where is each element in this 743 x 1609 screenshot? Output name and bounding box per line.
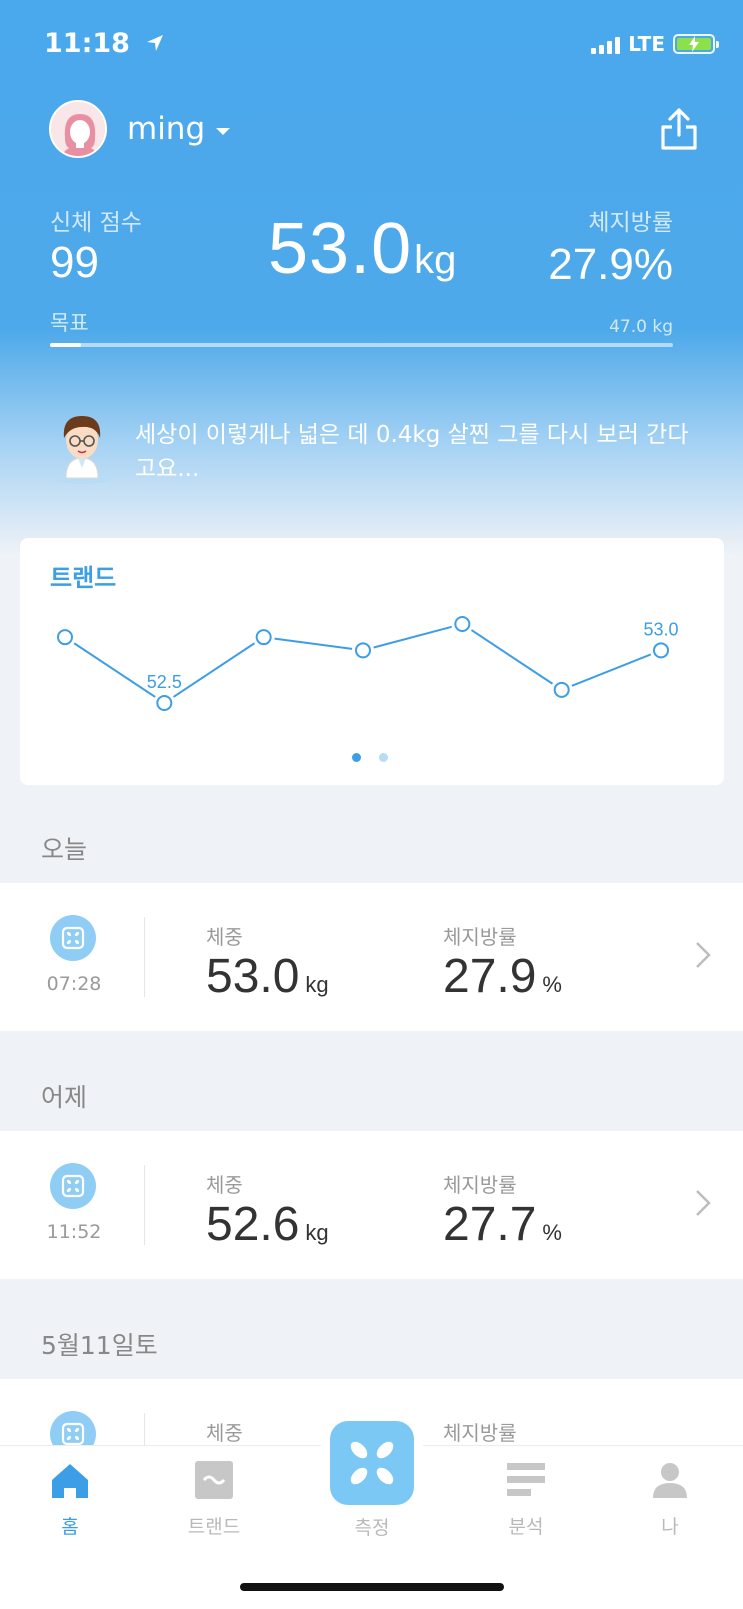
body-fat-reading: 27.7% [443,1197,562,1252]
current-weight: 53.0kg [268,208,456,290]
tab-label: 분석 [508,1516,544,1538]
body-fat-label: 체지방률 [443,925,517,949]
weight-unit: kg [305,1220,329,1245]
trend-line-segment [172,642,256,698]
tab-measure-label: 측정 [354,1517,390,1539]
trend-line-segment [470,629,554,685]
weight-label: 체중 [206,925,243,949]
analysis-icon [507,1463,545,1496]
page-indicator [352,753,388,762]
home-indicator [240,1583,504,1591]
body-fat-label: 체지방률 [443,1421,517,1445]
day-label-today: 오늘 [41,835,88,864]
record-time: 11:52 [46,1221,102,1243]
tab-home[interactable]: 홈 [25,1460,115,1539]
body-fat-label: 체지방률 [443,1173,517,1197]
body-score-value: 99 [50,238,99,287]
weight-reading: 52.6 kg [206,1197,329,1252]
body-fat-value: 27.7 [443,1198,537,1251]
scale-icon [350,1441,394,1485]
weight-label: 체중 [206,1173,243,1197]
trend-line-segment [571,653,652,687]
weight-value: 53.0 [206,950,300,1003]
location-arrow-icon [147,35,164,51]
weight-reading: 53.0 kg [206,949,329,1004]
record-row-today[interactable]: 07:28 체중 53.0 kg 체지방률 27.9% [0,883,743,1031]
goal-progress-fill [50,343,82,347]
trend-point[interactable] [454,616,471,632]
weight-label: 체중 [206,1421,243,1445]
chevron-right-icon[interactable] [695,1189,711,1217]
divider [144,1165,145,1245]
tab-label: 홈 [61,1516,79,1538]
record-time: 07:28 [46,973,102,995]
trend-chart: 52.5 53.0 [57,616,679,711]
trend-point[interactable] [255,629,272,646]
trend-line-segment [373,625,452,649]
trend-point[interactable] [653,642,669,659]
chevron-down-icon[interactable] [216,128,230,135]
avatar[interactable] [49,100,107,158]
trend-point-label: 52.5 [147,672,182,692]
day-label-may-11: 5월11일토 [41,1331,158,1360]
signal-icon [591,36,621,54]
goal-target-weight: 47.0 kg [609,317,673,337]
weight-value: 52.6 [206,1198,300,1251]
trend-point[interactable] [355,642,371,659]
status-time: 11:18 [44,28,165,59]
coach-avatar-icon [56,416,108,484]
home-icon [52,1464,88,1498]
body-fat-unit: % [542,972,562,997]
trend-line-segment [73,642,156,698]
trend-point[interactable] [553,681,570,698]
clock: 11:18 [44,28,130,59]
trend-icon [195,1461,233,1499]
page-dot-1[interactable] [352,753,361,762]
goal-progress-bar [50,343,673,347]
tab-trend[interactable]: 트랜드 [169,1460,259,1539]
username[interactable]: ming [127,111,205,147]
body-score-label: 신체 점수 [50,210,142,236]
current-weight-unit: kg [414,238,457,282]
day-label-yesterday: 어제 [41,1083,88,1112]
current-weight-value: 53.0 [268,209,413,289]
record-row-yesterday[interactable]: 11:52 체중 52.6 kg 체지방률 27.7% [0,1131,743,1279]
body-fat-value: 27.9% [548,240,673,289]
goal-label: 목표 [50,311,89,335]
tab-label: 트랜드 [187,1516,241,1538]
trend-point-label: 53.0 [643,619,678,639]
share-icon[interactable] [660,107,698,151]
tab-label: 나 [661,1516,679,1538]
profile-icon [653,1463,687,1498]
body-fat-reading: 27.9% [443,949,562,1004]
body-fat-value: 27.9 [443,950,537,1003]
trend-point[interactable] [57,629,73,646]
battery-icon [673,34,719,54]
trend-card[interactable]: 트랜드 52.5 53.0 [20,538,724,785]
weight-unit: kg [305,972,329,997]
trend-line-segment [274,637,353,650]
trend-point[interactable] [156,695,173,711]
body-fat-unit: % [542,1220,562,1245]
status-indicators: LTE [591,32,719,56]
tab-me[interactable]: 나 [625,1460,715,1539]
scale-icon [50,1163,96,1209]
divider [144,917,145,997]
tab-measure[interactable] [330,1421,414,1505]
coach-message: 세상이 이렇게나 넓은 데 0.4kg 살찐 그를 다시 보러 간다고요... [135,422,689,482]
page-dot-2[interactable] [379,753,388,762]
body-fat-label: 체지방률 [588,210,673,236]
tab-analysis[interactable]: 분석 [481,1460,571,1539]
network-type: LTE [628,32,665,56]
chevron-right-icon[interactable] [695,941,711,969]
scale-icon [50,915,96,961]
